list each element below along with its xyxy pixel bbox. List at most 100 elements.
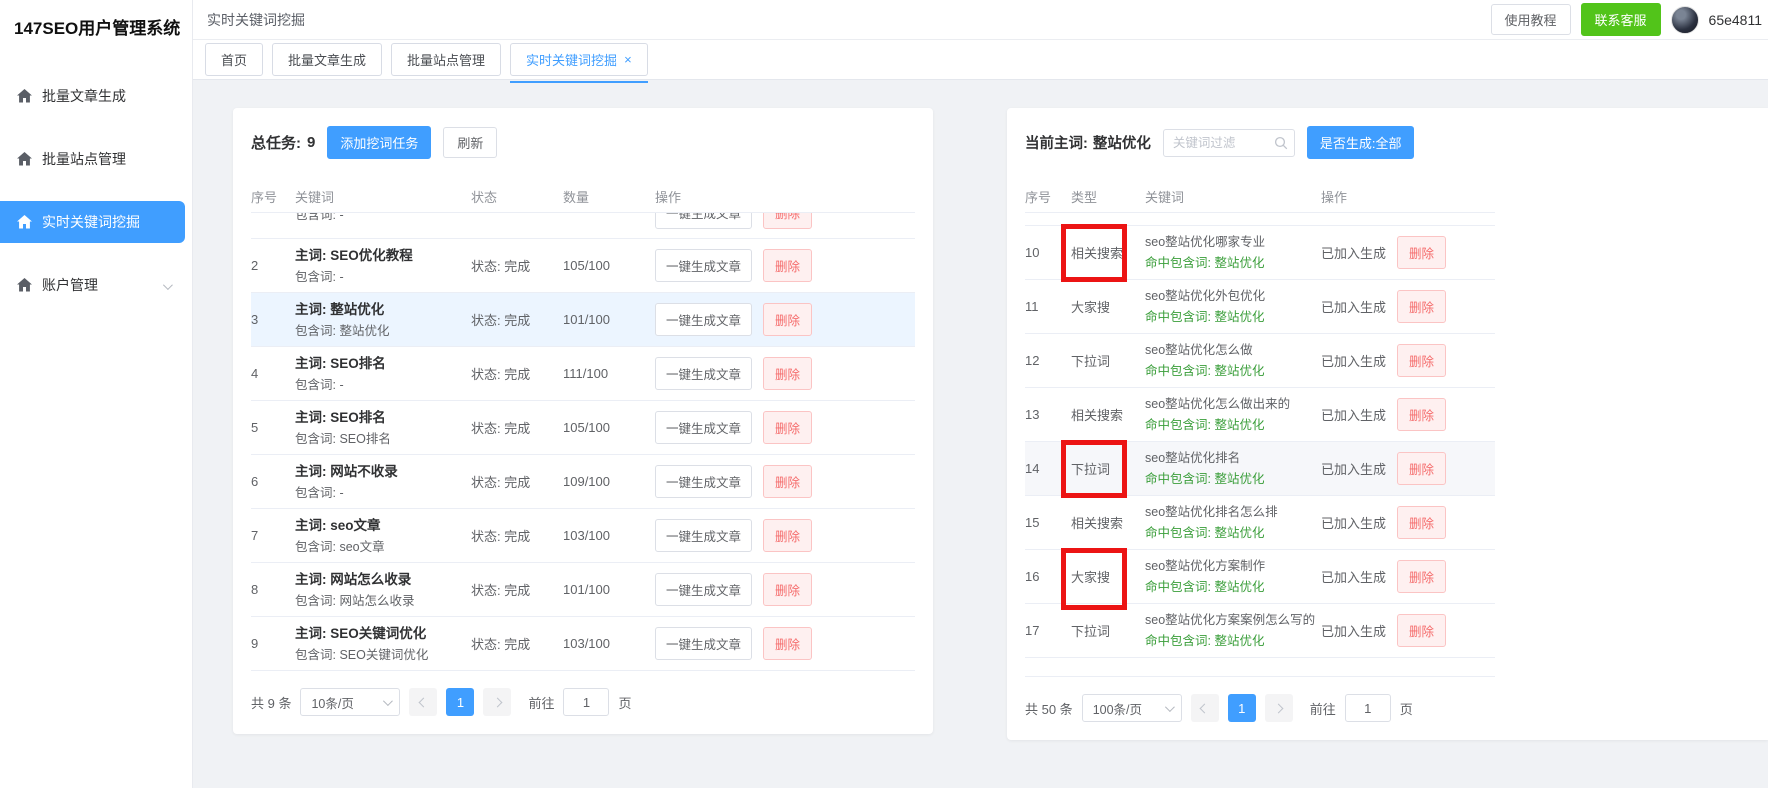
sidebar-item-batch-site[interactable]: 批量站点管理 [0, 138, 192, 180]
delete-button[interactable]: 删除 [763, 465, 812, 498]
task-row[interactable]: 2 主词: SEO优化教程 包含词: - 状态: 完成 105/100 一键生成… [251, 239, 915, 293]
generation-status: 已加入生成 [1321, 459, 1386, 478]
prev-page-button[interactable] [1191, 694, 1219, 722]
tab-label: 实时关键词挖掘 [526, 50, 617, 69]
delete-button[interactable]: 删除 [763, 249, 812, 282]
next-page-button[interactable] [483, 688, 511, 716]
avatar[interactable] [1671, 6, 1699, 34]
include-word: 包含词: - [295, 213, 471, 223]
keyword-row[interactable]: 15 相关搜索 seo整站优化排名怎么排 命中包含词: 整站优化 已加入生成 删… [1025, 496, 1495, 550]
chevron-right-icon [493, 697, 503, 707]
delete-button[interactable]: 删除 [763, 303, 812, 336]
keyword-text: seo整站优化排名怎么排 [1145, 504, 1321, 520]
generate-article-button[interactable]: 一键生成文章 [655, 627, 752, 660]
task-row[interactable]: 8 主词: 网站怎么收录 包含词: 网站怎么收录 状态: 完成 101/100 … [251, 563, 915, 617]
sidebar-item-keyword-mining[interactable]: 实时关键词挖掘 [0, 201, 185, 243]
keyword-row[interactable]: 17 下拉词 seo整站优化方案案例怎么写的 命中包含词: 整站优化 已加入生成… [1025, 604, 1495, 658]
tab-batch-site[interactable]: 批量站点管理 [391, 43, 501, 76]
row-index: 12 [1025, 353, 1071, 368]
keyword-row[interactable]: 10 相关搜索 seo整站优化哪家专业 命中包含词: 整站优化 已加入生成 删除 [1025, 226, 1495, 280]
keyword-table-header: 序号 类型 关键词 操作 [1025, 181, 1495, 213]
include-word: 包含词: SEO排名 [295, 431, 471, 447]
task-row[interactable]: 7 主词: seo文章 包含词: seo文章 状态: 完成 103/100 一键… [251, 509, 915, 563]
delete-button[interactable]: 删除 [1397, 344, 1446, 377]
generate-article-button[interactable]: 一键生成文章 [655, 573, 752, 606]
delete-button[interactable]: 删除 [1397, 236, 1446, 269]
close-icon[interactable]: × [624, 53, 632, 66]
task-row[interactable]: 5 主词: SEO排名 包含词: SEO排名 状态: 完成 105/100 一键… [251, 401, 915, 455]
pagination-total: 共 50 条 [1025, 699, 1073, 718]
keyword-row-partial-bottom[interactable]: seo整站优化方法 [1025, 658, 1495, 677]
row-index: 4 [251, 366, 295, 381]
task-row-selected[interactable]: 3 主词: 整站优化 包含词: 整站优化 状态: 完成 101/100 一键生成… [251, 293, 915, 347]
chevron-down-icon [1165, 702, 1175, 712]
row-index: 15 [1025, 515, 1071, 530]
delete-button[interactable]: 删除 [1397, 614, 1446, 647]
refresh-button[interactable]: 刷新 [443, 127, 497, 158]
goto-page-input[interactable] [1345, 694, 1391, 722]
page-size-select[interactable]: 100条/页 [1082, 694, 1182, 722]
delete-button[interactable]: 删除 [1397, 398, 1446, 431]
tutorial-button[interactable]: 使用教程 [1491, 4, 1571, 35]
row-status: 状态: 完成 [471, 310, 563, 329]
delete-button[interactable]: 删除 [763, 519, 812, 552]
keyword-text: seo整站优化外包优化 [1145, 288, 1321, 304]
add-task-button[interactable]: 添加挖词任务 [327, 126, 431, 159]
generate-article-button[interactable]: 一键生成文章 [655, 411, 752, 444]
delete-button[interactable]: 删除 [1397, 560, 1446, 593]
generate-article-button[interactable]: 一键生成文章 [655, 213, 752, 229]
task-row-partial[interactable]: 包含词: - 一键生成文章 删除 [251, 213, 915, 239]
main-word: 主词: 网站怎么收录 [295, 571, 471, 588]
keyword-row-partial-top[interactable]: 命中包含词: 整站优化 [1025, 213, 1495, 226]
task-row[interactable]: 6 主词: 网站不收录 包含词: - 状态: 完成 109/100 一键生成文章… [251, 455, 915, 509]
tab-home[interactable]: 首页 [205, 43, 263, 76]
row-index: 8 [251, 582, 295, 597]
generate-article-button[interactable]: 一键生成文章 [655, 465, 752, 498]
delete-button[interactable]: 删除 [763, 411, 812, 444]
delete-button[interactable]: 删除 [1397, 452, 1446, 485]
prev-page-button[interactable] [409, 688, 437, 716]
main-word: 主词: seo文章 [295, 517, 471, 534]
keyword-row[interactable]: 12 下拉词 seo整站优化怎么做 命中包含词: 整站优化 已加入生成 删除 [1025, 334, 1495, 388]
keyword-row[interactable]: 14 下拉词 seo整站优化排名 命中包含词: 整站优化 已加入生成 删除 [1025, 442, 1495, 496]
generate-article-button[interactable]: 一键生成文章 [655, 303, 752, 336]
current-word-label: 当前主词: [1025, 132, 1088, 153]
tab-label: 批量站点管理 [407, 50, 485, 69]
col-type: 类型 [1071, 187, 1145, 206]
page-size-select[interactable]: 10条/页 [300, 688, 400, 716]
generate-article-button[interactable]: 一键生成文章 [655, 519, 752, 552]
page-size-value: 100条/页 [1093, 699, 1142, 718]
next-page-button[interactable] [1265, 694, 1293, 722]
tab-keyword-mining[interactable]: 实时关键词挖掘 × [510, 43, 648, 76]
row-index: 10 [1025, 245, 1071, 260]
header-actions: 使用教程 联系客服 65e4811 [1491, 3, 1763, 36]
delete-button[interactable]: 删除 [763, 213, 812, 229]
goto-page-input[interactable] [563, 688, 609, 716]
delete-button[interactable]: 删除 [1397, 506, 1446, 539]
tab-batch-article[interactable]: 批量文章生成 [272, 43, 382, 76]
delete-button[interactable]: 删除 [763, 573, 812, 606]
delete-button[interactable]: 删除 [763, 627, 812, 660]
keyword-row[interactable]: 13 相关搜索 seo整站优化怎么做出来的 命中包含词: 整站优化 已加入生成 … [1025, 388, 1495, 442]
sidebar-item-account[interactable]: 账户管理 [0, 264, 192, 306]
page-number-button[interactable]: 1 [1228, 694, 1256, 722]
sidebar-item-batch-article[interactable]: 批量文章生成 [0, 75, 192, 117]
generate-article-button[interactable]: 一键生成文章 [655, 249, 752, 282]
main-word: 主词: SEO关键词优化 [295, 625, 471, 642]
task-row[interactable]: 9 主词: SEO关键词优化 包含词: SEO关键词优化 状态: 完成 103/… [251, 617, 915, 671]
hit-word: 命中包含词: 整站优化 [1145, 363, 1321, 379]
row-index: 14 [1025, 461, 1071, 476]
delete-button[interactable]: 删除 [763, 357, 812, 390]
goto-label: 前往 [1310, 699, 1336, 718]
keyword-row[interactable]: 11 大家搜 seo整站优化外包优化 命中包含词: 整站优化 已加入生成 删除 [1025, 280, 1495, 334]
generate-filter-button[interactable]: 是否生成:全部 [1307, 126, 1415, 159]
keyword-row[interactable]: 16 大家搜 seo整站优化方案制作 命中包含词: 整站优化 已加入生成 删除 [1025, 550, 1495, 604]
generation-status: 已加入生成 [1321, 243, 1386, 262]
task-row[interactable]: 4 主词: SEO排名 包含词: - 状态: 完成 111/100 一键生成文章… [251, 347, 915, 401]
page-number-button[interactable]: 1 [446, 688, 474, 716]
generate-article-button[interactable]: 一键生成文章 [655, 357, 752, 390]
delete-button[interactable]: 删除 [1397, 290, 1446, 323]
app-title: 147SEO用户管理系统 [0, 0, 192, 54]
contact-support-button[interactable]: 联系客服 [1581, 3, 1661, 36]
task-pagination: 共 9 条 10条/页 1 前往 页 [251, 688, 915, 716]
